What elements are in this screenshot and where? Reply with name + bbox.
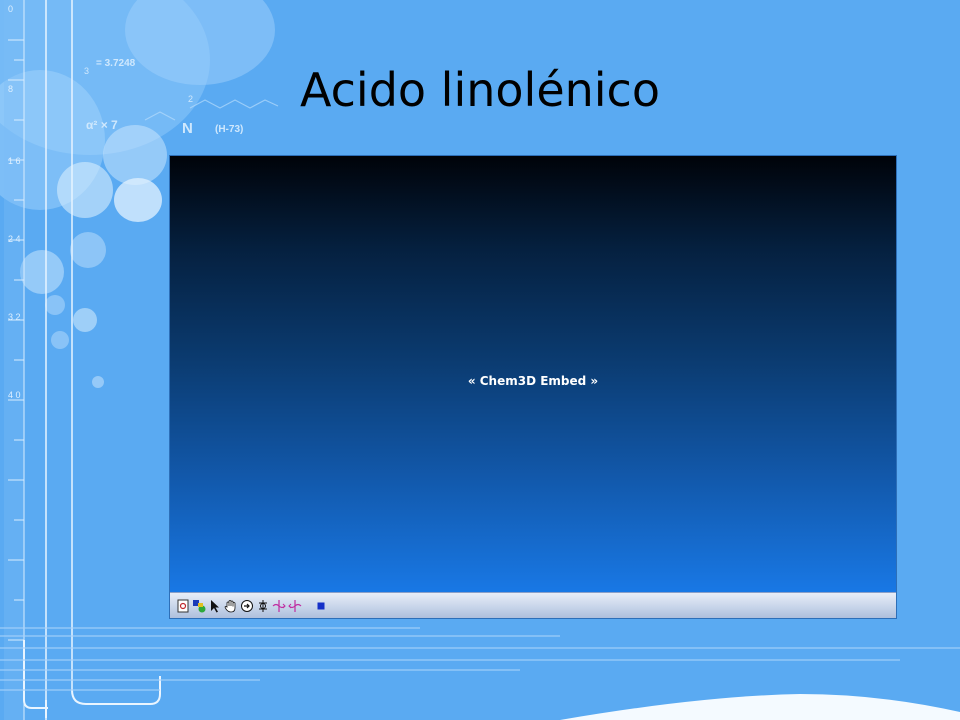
rotate-x-axis-icon[interactable] bbox=[272, 597, 286, 615]
model-build-icon[interactable] bbox=[192, 597, 206, 615]
embed-label: « Chem3D Embed » bbox=[467, 374, 599, 388]
viewer-toolbar bbox=[170, 592, 896, 618]
hand-pan-icon[interactable] bbox=[224, 597, 238, 615]
rotate-icon[interactable] bbox=[240, 597, 254, 615]
chem3d-embed-viewer[interactable]: « Chem3D Embed » bbox=[170, 156, 896, 618]
document-icon[interactable] bbox=[176, 597, 190, 615]
stop-icon[interactable] bbox=[314, 597, 328, 615]
faint-text-band bbox=[0, 627, 960, 691]
slide-title: Acido linolénico bbox=[299, 63, 660, 117]
trackball-icon[interactable] bbox=[256, 597, 270, 615]
select-arrow-icon[interactable] bbox=[208, 597, 222, 615]
rotate-y-axis-icon[interactable] bbox=[288, 597, 302, 615]
